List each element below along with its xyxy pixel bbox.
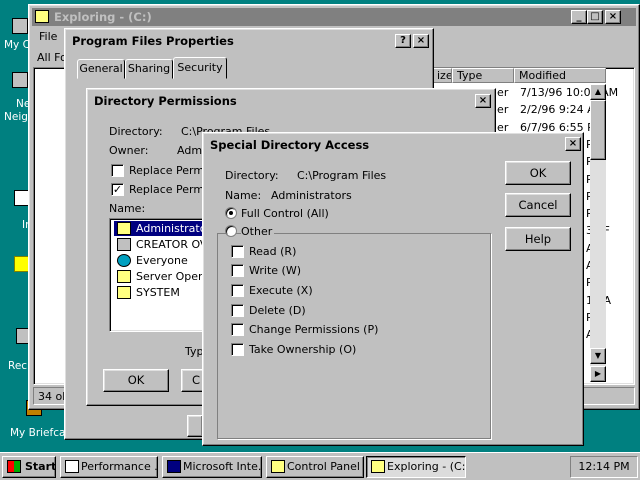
execute-label[interactable]: Execute (X) <box>249 284 313 297</box>
scroll-thumb[interactable] <box>590 100 606 160</box>
desktop-label-my-computer: My C <box>4 39 30 51</box>
group-icon <box>117 270 131 283</box>
write-label[interactable]: Write (W) <box>249 264 301 277</box>
column-header-modified[interactable]: Modified <box>514 68 606 83</box>
dir-perms-directory-label: Directory: <box>109 125 163 138</box>
dir-perms-close-button[interactable]: × <box>475 94 491 108</box>
list-item[interactable]: Administrators <box>114 221 208 236</box>
special-ok-button[interactable]: OK <box>505 161 571 185</box>
performance-icon <box>65 460 79 473</box>
explorer-title: Exploring - (C:) <box>54 10 152 24</box>
list-item[interactable]: SYSTEM <box>114 285 180 300</box>
start-button[interactable]: Start <box>2 456 56 478</box>
tab-sharing[interactable]: Sharing <box>125 59 173 79</box>
take-ownership-label[interactable]: Take Ownership (O) <box>249 343 356 356</box>
special-cancel-button[interactable]: Cancel <box>505 193 571 217</box>
properties-title: Program Files Properties <box>72 34 234 48</box>
special-name-value: Administrators <box>271 189 352 202</box>
close-button[interactable]: × <box>605 10 621 24</box>
delete-label[interactable]: Delete (D) <box>249 304 306 317</box>
other-radio[interactable] <box>225 225 237 237</box>
properties-titlebar[interactable]: Program Files Properties <box>68 32 430 50</box>
group-icon <box>117 222 131 235</box>
task-exploring[interactable]: Exploring - (C:) <box>366 456 466 478</box>
desktop-label-recycle: Rec <box>8 360 28 372</box>
windows-logo-icon <box>7 460 21 473</box>
list-item[interactable]: Server Operat <box>114 269 208 284</box>
name-label: Name: <box>109 202 146 215</box>
names-list[interactable]: Administrators CREATOR OV Everyone Serve… <box>109 218 209 332</box>
full-control-label[interactable]: Full Control (All) <box>241 207 329 220</box>
column-header-size[interactable]: ize <box>432 68 452 83</box>
explorer-app-icon <box>35 10 49 23</box>
file-row-type[interactable]: ler <box>494 103 508 116</box>
properties-close-button[interactable]: × <box>413 34 429 48</box>
change-permissions-label[interactable]: Change Permissions (P) <box>249 323 378 336</box>
globe-icon <box>117 254 131 267</box>
ie-icon <box>167 460 181 473</box>
dir-perms-owner-label: Owner: <box>109 144 149 157</box>
dir-perms-ok-button[interactable]: OK <box>103 369 169 392</box>
control-panel-icon <box>271 460 285 473</box>
group-icon <box>117 286 131 299</box>
special-titlebar[interactable]: Special Directory Access <box>206 136 580 154</box>
other-label[interactable]: Other <box>241 225 275 238</box>
replace-subdir-checkbox[interactable] <box>111 164 124 177</box>
special-access-dialog: Special Directory Access × Directory: C:… <box>202 132 584 446</box>
explorer-titlebar[interactable]: Exploring - (C:) <box>32 8 636 26</box>
tab-general[interactable]: General <box>77 59 125 79</box>
type-of-access-label: Typ <box>185 345 204 358</box>
network-icon[interactable] <box>12 72 28 88</box>
dir-perms-titlebar[interactable]: Directory Permissions <box>90 92 492 110</box>
special-help-button[interactable]: Help <box>505 227 571 251</box>
special-name-label: Name: <box>225 189 262 202</box>
scroll-right-button[interactable]: ▶ <box>590 366 606 382</box>
replace-files-checkbox[interactable]: ✓ <box>111 183 124 196</box>
menu-file[interactable]: File <box>39 30 57 43</box>
task-performance[interactable]: Performance ... <box>60 456 158 478</box>
special-directory-value: C:\Program Files <box>297 169 387 182</box>
list-item[interactable]: CREATOR OV <box>114 237 207 252</box>
dir-perms-title: Directory Permissions <box>94 94 237 108</box>
tab-security[interactable]: Security <box>173 57 227 79</box>
column-header-type[interactable]: Type <box>452 68 514 83</box>
creator-owner-icon <box>117 238 131 251</box>
take-ownership-checkbox[interactable] <box>231 343 244 356</box>
properties-ok-button[interactable] <box>187 415 203 437</box>
special-directory-label: Directory: <box>225 169 279 182</box>
write-checkbox[interactable] <box>231 264 244 277</box>
delete-checkbox[interactable] <box>231 304 244 317</box>
system-tray: 12:14 PM <box>570 456 638 478</box>
minimize-button[interactable]: _ <box>571 10 587 24</box>
execute-checkbox[interactable] <box>231 284 244 297</box>
clock[interactable]: 12:14 PM <box>578 460 629 473</box>
special-title: Special Directory Access <box>210 138 370 152</box>
task-control-panel[interactable]: Control Panel <box>266 456 364 478</box>
my-computer-icon[interactable] <box>12 18 28 34</box>
change-permissions-checkbox[interactable] <box>231 323 244 336</box>
scroll-up-button[interactable]: ▲ <box>590 84 606 100</box>
replace-subdir-label[interactable]: Replace Permis <box>129 164 213 177</box>
task-internet-explorer[interactable]: Microsoft Inte... <box>162 456 262 478</box>
replace-files-label[interactable]: Replace Permis <box>129 183 213 196</box>
file-row-type[interactable]: ler <box>494 86 508 99</box>
explorer-icon <box>371 460 385 473</box>
maximize-button[interactable]: □ <box>587 10 603 24</box>
list-item[interactable]: Everyone <box>114 253 188 268</box>
scroll-down-button[interactable]: ▼ <box>590 348 606 364</box>
read-checkbox[interactable] <box>231 245 244 258</box>
full-control-radio[interactable] <box>225 207 237 219</box>
help-button[interactable]: ? <box>395 34 411 48</box>
special-close-button[interactable]: × <box>565 137 581 151</box>
read-label[interactable]: Read (R) <box>249 245 296 258</box>
